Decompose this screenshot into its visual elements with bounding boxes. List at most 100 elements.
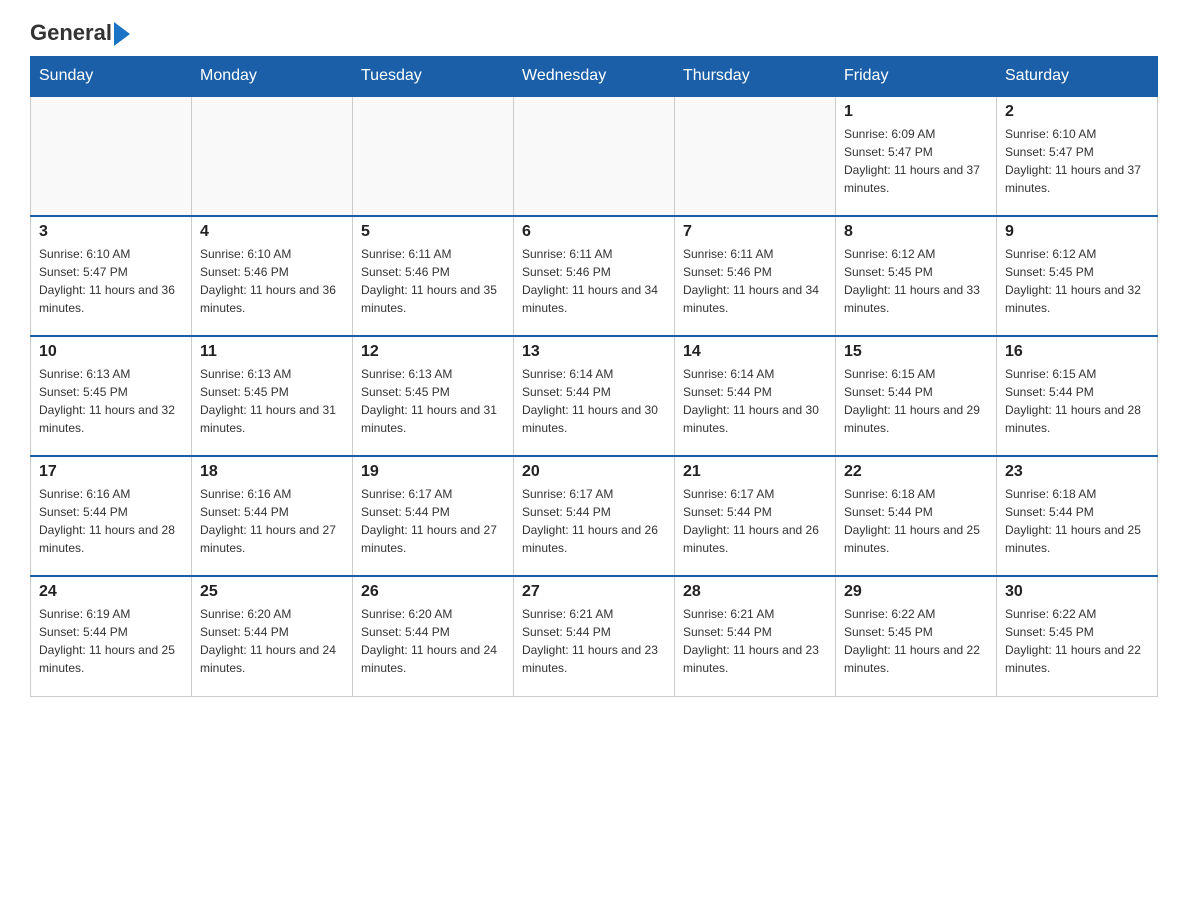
day-info: Sunrise: 6:14 AMSunset: 5:44 PMDaylight:… [683, 365, 827, 437]
calendar-table: SundayMondayTuesdayWednesdayThursdayFrid… [30, 56, 1158, 697]
calendar-cell: 15 Sunrise: 6:15 AMSunset: 5:44 PMDayligh… [836, 336, 997, 456]
day-info: Sunrise: 6:17 AMSunset: 5:44 PMDaylight:… [683, 485, 827, 557]
day-info: Sunrise: 6:20 AMSunset: 5:44 PMDaylight:… [361, 605, 505, 677]
calendar-cell: 27 Sunrise: 6:21 AMSunset: 5:44 PMDayligh… [514, 576, 675, 696]
day-number: 1 [844, 103, 988, 121]
day-info: Sunrise: 6:21 AMSunset: 5:44 PMDaylight:… [683, 605, 827, 677]
calendar-week-row: 24Sunrise: 6:19 AMSunset: 5:44 PMDayligh… [31, 576, 1158, 696]
calendar-cell: 11 Sunrise: 6:13 AMSunset: 5:45 PMDayligh… [192, 336, 353, 456]
day-number: 25 [200, 583, 344, 601]
calendar-cell: 7 Sunrise: 6:11 AMSunset: 5:46 PMDaylight… [675, 216, 836, 336]
day-number: 21 [683, 463, 827, 481]
calendar-cell: 17 Sunrise: 6:16 AMSunset: 5:44 PMDayligh… [31, 456, 192, 576]
day-number: 8 [844, 223, 988, 241]
calendar-cell: 21 Sunrise: 6:17 AMSunset: 5:44 PMDayligh… [675, 456, 836, 576]
weekday-header-tuesday: Tuesday [353, 57, 514, 97]
day-info: Sunrise: 6:22 AMSunset: 5:45 PMDaylight:… [844, 605, 988, 677]
calendar-cell: 26 Sunrise: 6:20 AMSunset: 5:44 PMDayligh… [353, 576, 514, 696]
day-info: Sunrise: 6:18 AMSunset: 5:44 PMDaylight:… [844, 485, 988, 557]
day-info: Sunrise: 6:22 AMSunset: 5:45 PMDaylight:… [1005, 605, 1149, 677]
day-info: Sunrise: 6:11 AMSunset: 5:46 PMDaylight:… [361, 245, 505, 317]
calendar-cell: 10 Sunrise: 6:13 AMSunset: 5:45 PMDayligh… [31, 336, 192, 456]
day-number: 15 [844, 343, 988, 361]
day-number: 3 [39, 223, 183, 241]
day-number: 23 [1005, 463, 1149, 481]
day-number: 4 [200, 223, 344, 241]
day-number: 10 [39, 343, 183, 361]
calendar-week-row: 1 Sunrise: 6:09 AMSunset: 5:47 PMDaylight… [31, 96, 1158, 216]
day-info: Sunrise: 6:20 AMSunset: 5:44 PMDaylight:… [200, 605, 344, 677]
day-number: 6 [522, 223, 666, 241]
day-number: 11 [200, 343, 344, 361]
calendar-header-row: SundayMondayTuesdayWednesdayThursdayFrid… [31, 57, 1158, 97]
day-number: 16 [1005, 343, 1149, 361]
day-info: Sunrise: 6:16 AMSunset: 5:44 PMDaylight:… [200, 485, 344, 557]
day-number: 5 [361, 223, 505, 241]
day-number: 13 [522, 343, 666, 361]
weekday-header-wednesday: Wednesday [514, 57, 675, 97]
calendar-cell: 28 Sunrise: 6:21 AMSunset: 5:44 PMDayligh… [675, 576, 836, 696]
calendar-cell: 5 Sunrise: 6:11 AMSunset: 5:46 PMDaylight… [353, 216, 514, 336]
day-number: 18 [200, 463, 344, 481]
calendar-week-row: 10 Sunrise: 6:13 AMSunset: 5:45 PMDayligh… [31, 336, 1158, 456]
calendar-cell: 23 Sunrise: 6:18 AMSunset: 5:44 PMDayligh… [997, 456, 1158, 576]
day-info: Sunrise: 6:10 AMSunset: 5:47 PMDaylight:… [39, 245, 183, 317]
calendar-week-row: 17 Sunrise: 6:16 AMSunset: 5:44 PMDayligh… [31, 456, 1158, 576]
calendar-cell: 13 Sunrise: 6:14 AMSunset: 5:44 PMDayligh… [514, 336, 675, 456]
day-number: 22 [844, 463, 988, 481]
weekday-header-friday: Friday [836, 57, 997, 97]
day-info: Sunrise: 6:15 AMSunset: 5:44 PMDaylight:… [844, 365, 988, 437]
calendar-cell: 8 Sunrise: 6:12 AMSunset: 5:45 PMDaylight… [836, 216, 997, 336]
calendar-cell: 30 Sunrise: 6:22 AMSunset: 5:45 PMDayligh… [997, 576, 1158, 696]
day-info: Sunrise: 6:10 AMSunset: 5:47 PMDaylight:… [1005, 125, 1149, 197]
day-info: Sunrise: 6:12 AMSunset: 5:45 PMDaylight:… [1005, 245, 1149, 317]
day-number: 26 [361, 583, 505, 601]
day-info: Sunrise: 6:13 AMSunset: 5:45 PMDaylight:… [361, 365, 505, 437]
day-info: Sunrise: 6:11 AMSunset: 5:46 PMDaylight:… [683, 245, 827, 317]
day-number: 19 [361, 463, 505, 481]
day-info: Sunrise: 6:16 AMSunset: 5:44 PMDaylight:… [39, 485, 183, 557]
day-number: 28 [683, 583, 827, 601]
calendar-cell: 25 Sunrise: 6:20 AMSunset: 5:44 PMDayligh… [192, 576, 353, 696]
weekday-header-saturday: Saturday [997, 57, 1158, 97]
day-number: 20 [522, 463, 666, 481]
day-info: Sunrise: 6:12 AMSunset: 5:45 PMDaylight:… [844, 245, 988, 317]
day-info: Sunrise: 6:14 AMSunset: 5:44 PMDaylight:… [522, 365, 666, 437]
calendar-cell [675, 96, 836, 216]
day-info: Sunrise: 6:17 AMSunset: 5:44 PMDaylight:… [522, 485, 666, 557]
weekday-header-thursday: Thursday [675, 57, 836, 97]
day-info: Sunrise: 6:21 AMSunset: 5:44 PMDaylight:… [522, 605, 666, 677]
day-info: Sunrise: 6:18 AMSunset: 5:44 PMDaylight:… [1005, 485, 1149, 557]
calendar-cell: 18 Sunrise: 6:16 AMSunset: 5:44 PMDayligh… [192, 456, 353, 576]
day-number: 29 [844, 583, 988, 601]
calendar-cell [31, 96, 192, 216]
day-number: 2 [1005, 103, 1149, 121]
calendar-cell [514, 96, 675, 216]
day-number: 12 [361, 343, 505, 361]
day-info: Sunrise: 6:15 AMSunset: 5:44 PMDaylight:… [1005, 365, 1149, 437]
calendar-cell: 14Sunrise: 6:14 AMSunset: 5:44 PMDayligh… [675, 336, 836, 456]
day-number: 30 [1005, 583, 1149, 601]
calendar-cell: 22 Sunrise: 6:18 AMSunset: 5:44 PMDayligh… [836, 456, 997, 576]
calendar-cell: 29 Sunrise: 6:22 AMSunset: 5:45 PMDayligh… [836, 576, 997, 696]
calendar-cell [192, 96, 353, 216]
calendar-cell: 24Sunrise: 6:19 AMSunset: 5:44 PMDayligh… [31, 576, 192, 696]
day-info: Sunrise: 6:09 AMSunset: 5:47 PMDaylight:… [844, 125, 988, 197]
calendar-cell [353, 96, 514, 216]
calendar-week-row: 3 Sunrise: 6:10 AMSunset: 5:47 PMDaylight… [31, 216, 1158, 336]
calendar-body: 1 Sunrise: 6:09 AMSunset: 5:47 PMDaylight… [31, 96, 1158, 696]
day-info: Sunrise: 6:17 AMSunset: 5:44 PMDaylight:… [361, 485, 505, 557]
day-number: 7 [683, 223, 827, 241]
logo-general: General [30, 20, 130, 45]
calendar-cell: 9 Sunrise: 6:12 AMSunset: 5:45 PMDaylight… [997, 216, 1158, 336]
day-info: Sunrise: 6:11 AMSunset: 5:46 PMDaylight:… [522, 245, 666, 317]
weekday-header-sunday: Sunday [31, 57, 192, 97]
day-number: 27 [522, 583, 666, 601]
day-info: Sunrise: 6:13 AMSunset: 5:45 PMDaylight:… [39, 365, 183, 437]
day-info: Sunrise: 6:13 AMSunset: 5:45 PMDaylight:… [200, 365, 344, 437]
day-info: Sunrise: 6:10 AMSunset: 5:46 PMDaylight:… [200, 245, 344, 317]
day-number: 17 [39, 463, 183, 481]
day-number: 9 [1005, 223, 1149, 241]
calendar-cell: 16 Sunrise: 6:15 AMSunset: 5:44 PMDayligh… [997, 336, 1158, 456]
day-number: 24 [39, 583, 183, 601]
